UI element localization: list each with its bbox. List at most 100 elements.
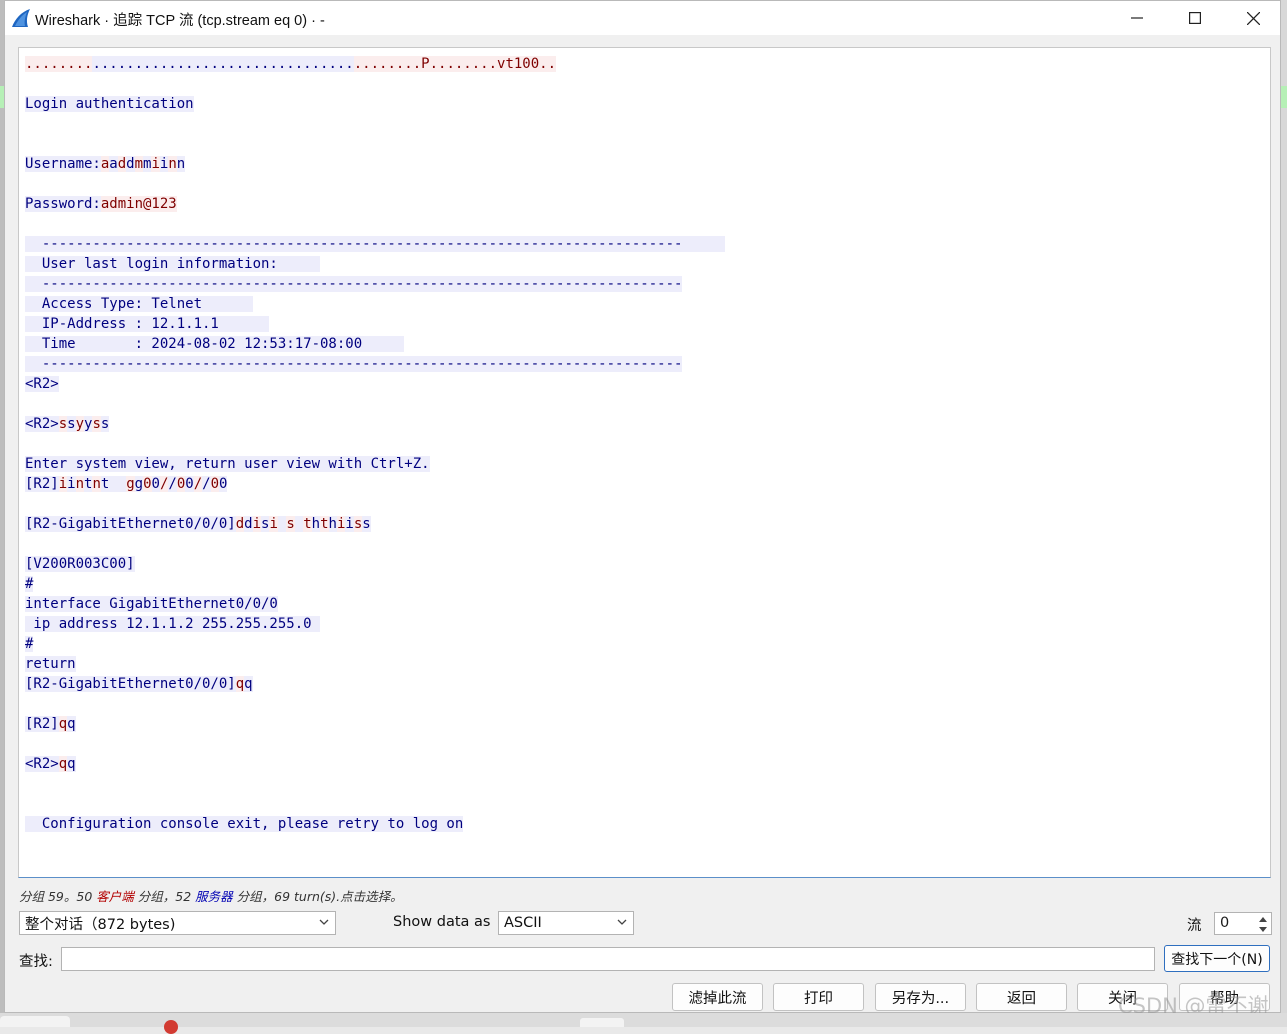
taskbar-tab[interactable] (0, 1016, 70, 1027)
find-next-button[interactable]: 查找下一个(N) (1164, 945, 1270, 972)
client-data-segment: / (193, 476, 203, 492)
server-data-segment: <R2> (25, 376, 59, 392)
stream-line: [R2]iintnt gg00//00//00 (25, 474, 725, 494)
stream-line: ----------------------------------------… (25, 274, 725, 294)
server-data-segment: [V200R003C00] (25, 556, 135, 572)
server-data-segment: return (25, 656, 76, 672)
server-data-segment: [R2] (25, 716, 59, 732)
client-data-segment: g (126, 476, 135, 492)
stream-text[interactable]: ........................................… (25, 54, 725, 834)
stream-number-value: 0 (1220, 915, 1230, 931)
server-data-segment: User last login information: (25, 256, 321, 272)
stream-line: return (25, 654, 725, 674)
stream-line: ----------------------------------------… (25, 234, 725, 254)
server-data-segment: ip address 12.1.1.2 255.255.255.0 (25, 616, 321, 632)
client-data-segment: y (75, 416, 85, 432)
spin-up-arrow-icon[interactable] (1257, 914, 1269, 924)
find-input[interactable] (61, 947, 1155, 971)
title-bar[interactable]: Wireshark · 追踪 TCP 流 (tcp.stream eq 0) ·… (5, 1, 1280, 35)
client-data-segment: d (235, 516, 245, 532)
status-client-link[interactable]: 客户端 (96, 889, 134, 904)
stream-line (25, 694, 725, 714)
back-button[interactable]: 返回 (976, 983, 1067, 1011)
conversation-select[interactable]: 整个对话（872 bytes) (19, 911, 336, 935)
client-data-segment: m (134, 156, 144, 172)
taskbar-tab[interactable] (580, 1018, 624, 1027)
window-title: Wireshark · 追踪 TCP 流 (tcp.stream eq 0) ·… (35, 13, 325, 29)
client-data-segment: q (235, 676, 245, 692)
close-window-button[interactable] (1224, 1, 1282, 35)
server-data-segment: <R2> (25, 756, 59, 772)
client-data-segment: q (58, 716, 68, 732)
server-data-segment: s (100, 416, 110, 432)
stream-line (25, 214, 725, 234)
server-data-segment: Configuration console exit, please retry… (25, 816, 464, 832)
server-data-segment: Time : 2024-08-02 12:53:17-08:00 (25, 336, 405, 352)
server-data-segment (294, 516, 304, 532)
client-data-segment: s (58, 416, 68, 432)
data-format-select-value: ASCII (504, 915, 542, 931)
server-data-segment: # (25, 636, 34, 652)
client-data-segment: 0 (143, 476, 152, 492)
stream-line: IP-Address : 12.1.1.1 (25, 314, 725, 334)
stream-line: <R2> (25, 374, 725, 394)
stream-status-line[interactable]: 分组 59。50 客户端 分组，52 服务器 分组，69 turn(s).点击选… (19, 886, 403, 905)
server-data-segment: 0 (185, 476, 194, 492)
stream-line: [R2-GigabitEthernet0/0/0]qq (25, 674, 725, 694)
stream-content-pane[interactable]: ........................................… (18, 47, 1271, 878)
stream-line: ........................................… (25, 54, 725, 74)
server-data-segment: g (134, 476, 144, 492)
server-data-segment: s (67, 416, 76, 432)
server-data-segment: s (362, 516, 371, 532)
client-data-segment: q (58, 756, 68, 772)
server-data-segment: 0 (219, 476, 228, 492)
client-data-segment: d (117, 156, 127, 172)
client-data-segment: s (92, 416, 101, 432)
stream-number-spinbox[interactable]: 0 (1214, 912, 1272, 935)
stream-line: Username:aaddmmiinn (25, 154, 725, 174)
client-data-segment: ........P........vt100.. (353, 56, 557, 72)
filter-out-stream-button[interactable]: 滤掉此流 (672, 983, 763, 1011)
client-data-segment: i (269, 516, 278, 532)
minimize-icon (1131, 17, 1143, 19)
server-data-segment: i (67, 476, 76, 492)
stream-line: User last login information: (25, 254, 725, 274)
wireshark-fin-icon (12, 9, 30, 27)
client-data-segment: n (75, 476, 85, 492)
stream-line (25, 774, 725, 794)
minimize-button[interactable] (1108, 1, 1166, 35)
stream-line: # (25, 634, 725, 654)
server-data-segment: [R2-GigabitEthernet0/0/0] (25, 516, 236, 532)
stream-line (25, 394, 725, 414)
client-data-segment: 0 (210, 476, 220, 492)
server-data-segment: a (109, 156, 118, 172)
stream-line: ----------------------------------------… (25, 354, 725, 374)
spin-down-arrow-icon[interactable] (1257, 924, 1269, 934)
data-format-select[interactable]: ASCII (498, 911, 634, 935)
stream-line (25, 134, 725, 154)
save-as-button[interactable]: 另存为... (875, 983, 966, 1011)
server-data-segment: interface GigabitEthernet0/0/0 (25, 596, 278, 612)
server-data-segment: i (345, 516, 354, 532)
status-server-link[interactable]: 服务器 (195, 889, 233, 904)
print-button[interactable]: 打印 (773, 983, 864, 1011)
stream-line (25, 734, 725, 754)
client-data-segment: n (92, 476, 101, 492)
stream-number-label: 流 (1187, 918, 1202, 934)
server-data-segment: Login authentication (25, 96, 194, 112)
server-data-segment: # (25, 576, 34, 592)
background-packet-row-right (1281, 86, 1287, 108)
stream-line: Access Type: Telnet (25, 294, 725, 314)
maximize-button[interactable] (1166, 1, 1224, 35)
status-text-3: 分组，69 turn(s).点击选择。 (232, 889, 403, 904)
server-data-segment: n (176, 156, 186, 172)
server-data-segment: Username: (25, 156, 101, 172)
find-label: 查找: (19, 954, 53, 970)
stream-line: <R2>qq (25, 754, 725, 774)
server-data-segment: Password: (25, 196, 101, 212)
stream-line (25, 434, 725, 454)
server-data-segment: q (244, 676, 253, 692)
client-data-segment: ........ (25, 56, 93, 72)
stream-line: Login authentication (25, 94, 725, 114)
stream-line: # (25, 574, 725, 594)
